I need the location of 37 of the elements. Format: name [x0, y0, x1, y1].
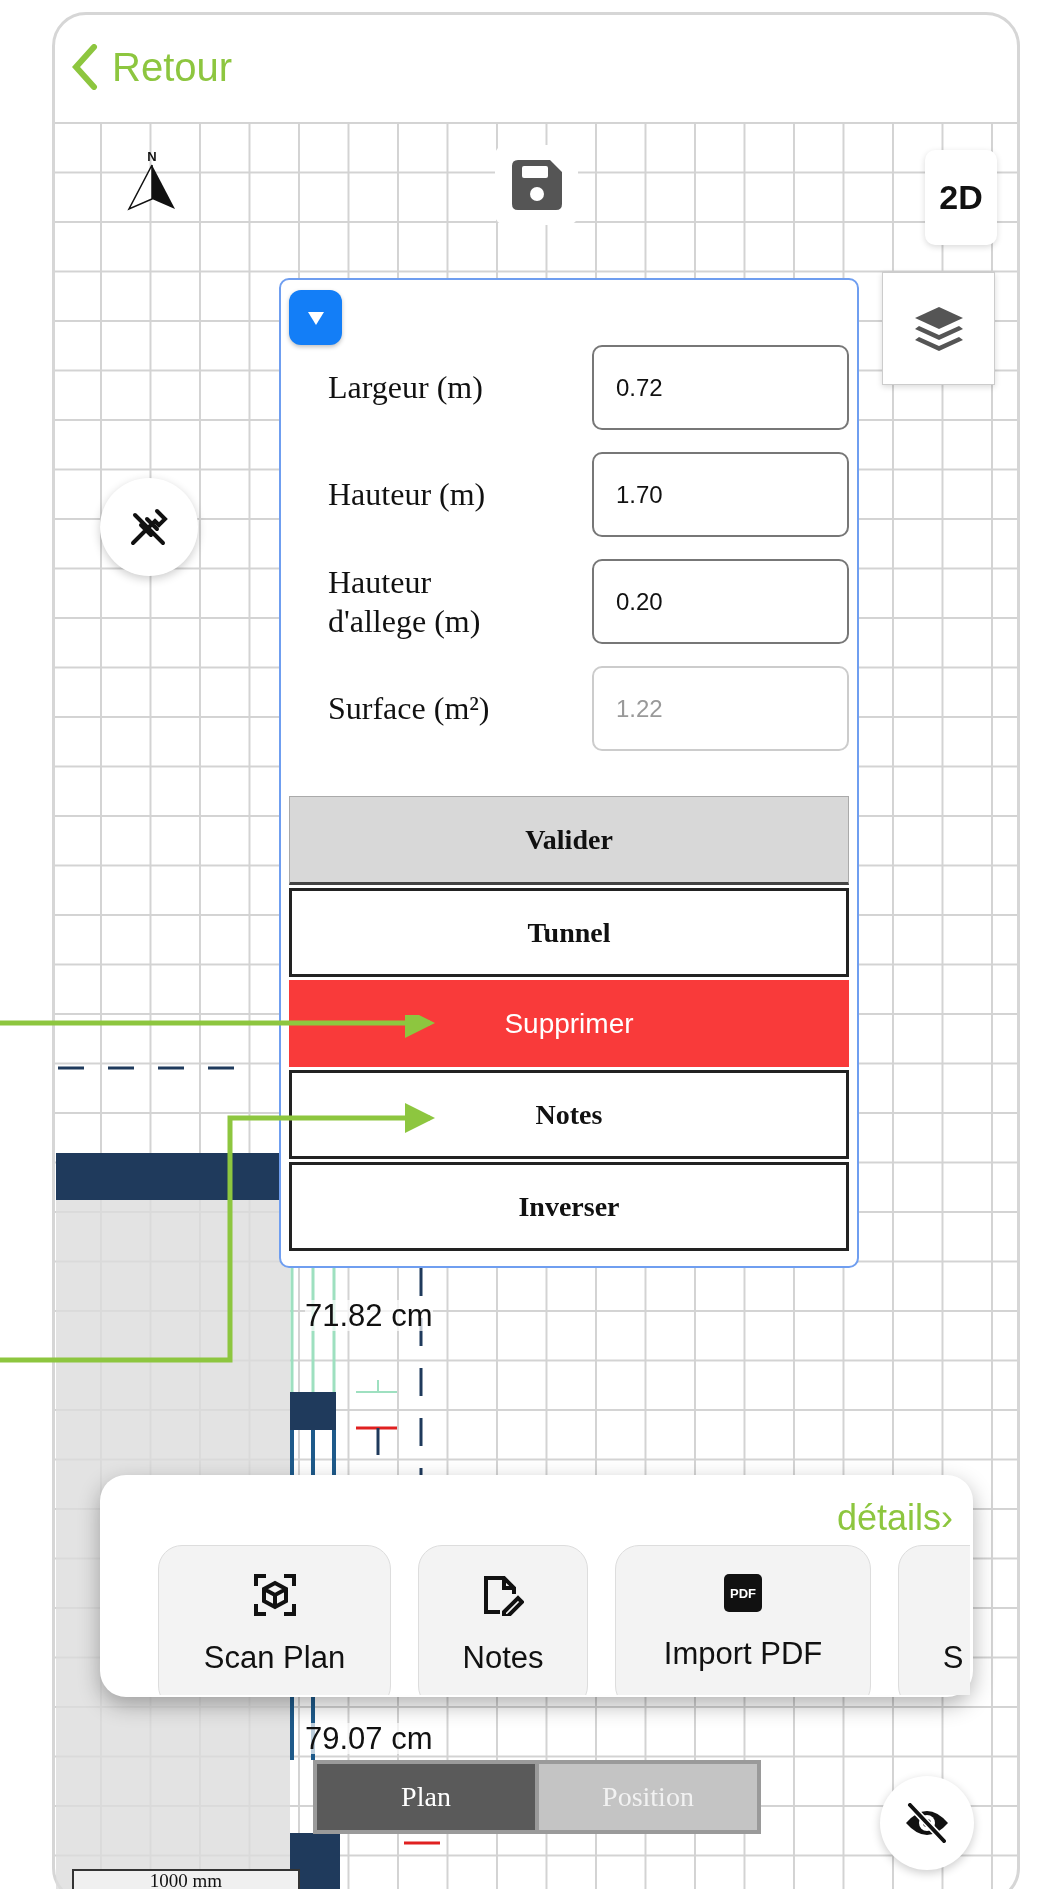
eye-off-icon: [904, 1803, 950, 1843]
field-label: Hauteur d'allege (m): [328, 563, 482, 640]
tool-tile[interactable]: Notes: [418, 1545, 588, 1695]
north-label: N: [147, 150, 157, 163]
action-button[interactable]: Tunnel: [289, 888, 849, 977]
delete-button[interactable]: Supprimer: [289, 980, 849, 1067]
tick-mark: [404, 1841, 440, 1845]
validate-button[interactable]: Valider: [289, 796, 849, 885]
tool-tile[interactable]: PDF Import PDF: [615, 1545, 871, 1695]
dimension-label: 79.07 cm: [305, 1723, 433, 1754]
dimension-label: 71.82 cm: [305, 1300, 433, 1331]
scale-bar: 1000 mm: [72, 1869, 300, 1889]
wall: [290, 1833, 340, 1889]
chevron-left-icon: [72, 44, 98, 90]
tool-tile[interactable]: Scan Plan: [158, 1545, 391, 1695]
view-mode-button[interactable]: 2D: [925, 150, 997, 245]
input-field[interactable]: 1.70: [592, 452, 849, 537]
north-arrow-icon: [126, 163, 178, 211]
tick-mark: [356, 1426, 397, 1455]
wall: [290, 1392, 336, 1430]
field-label: Largeur (m): [328, 368, 484, 407]
tool-tile[interactable]: S: [898, 1545, 970, 1695]
tick-mark: [355, 1379, 398, 1393]
wall-lines: [290, 1428, 336, 1477]
pin-off-icon: [129, 507, 169, 547]
pdf-icon: PDF: [724, 1574, 762, 1612]
action-button[interactable]: Inverser: [289, 1162, 849, 1251]
input-field[interactable]: 0.72: [592, 345, 849, 430]
note-edit-icon: [482, 1574, 524, 1616]
layers-button[interactable]: [882, 272, 995, 385]
input-field[interactable]: 0.20: [592, 559, 849, 644]
field-label: Hauteur (m): [328, 475, 487, 514]
field-label: Surface (m²): [328, 689, 491, 728]
mode-tab[interactable]: Plan: [317, 1764, 535, 1830]
action-button[interactable]: Notes: [289, 1070, 849, 1159]
cube-scan-icon: [253, 1574, 296, 1616]
collapse-button[interactable]: [289, 290, 342, 345]
